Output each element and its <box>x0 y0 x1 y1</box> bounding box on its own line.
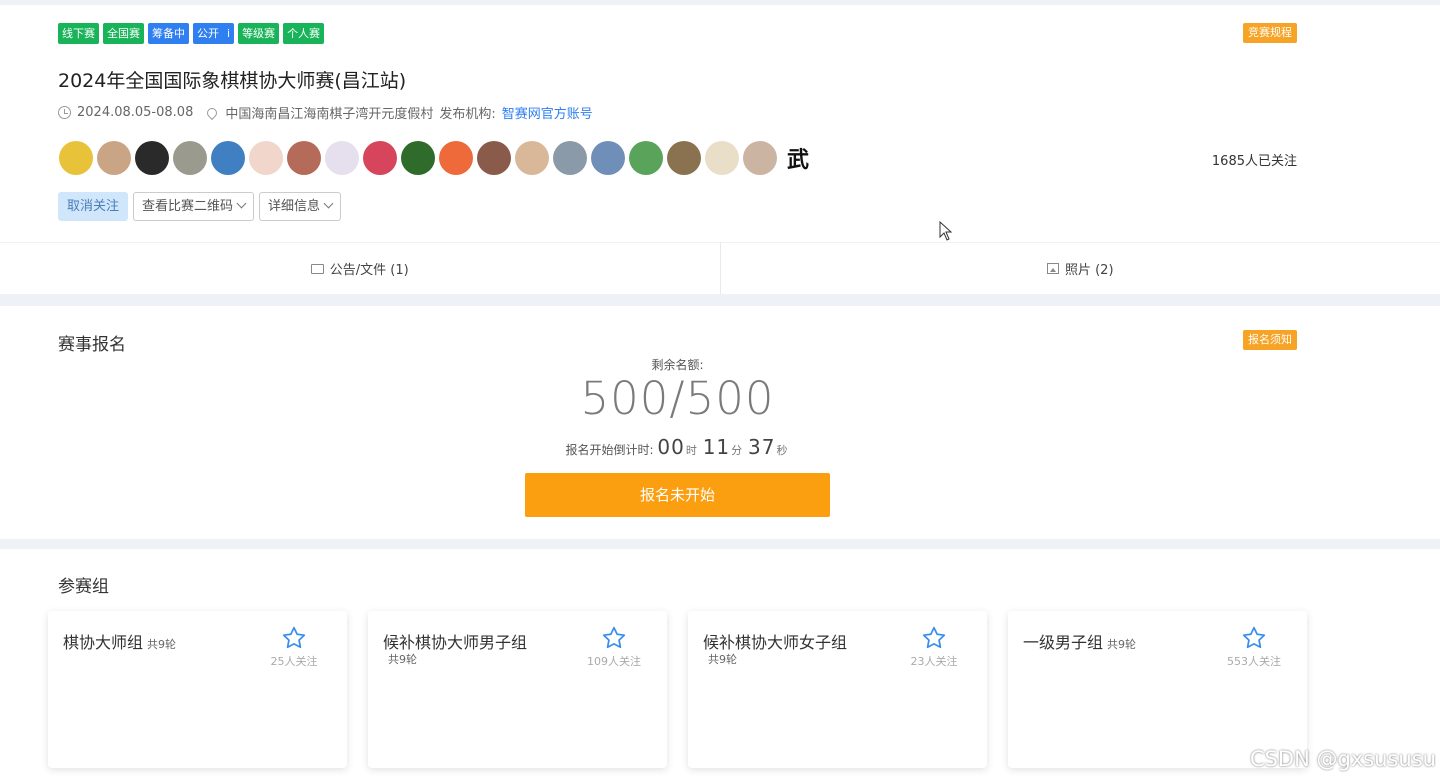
tab-photos-label: 照片 (2) <box>1064 263 1114 278</box>
follower-avatar[interactable] <box>401 141 435 175</box>
follower-avatar[interactable] <box>211 141 245 175</box>
group-name: 候补棋协大师男子组 <box>383 633 528 652</box>
folder-icon <box>310 263 324 274</box>
qr-code-dropdown[interactable]: 查看比赛二维码 <box>133 192 255 221</box>
tab-announcements-label: 公告/文件 (1) <box>329 263 409 278</box>
details-label: 详细信息 <box>268 199 321 214</box>
group-card[interactable]: 候补棋协大师男子组 共9轮 109人关注 <box>368 611 667 768</box>
publisher-label: 发布机构: <box>439 107 496 122</box>
groups-section: 参赛组 棋协大师组 共9轮 25人关注 候补棋协大师男子组 共9轮 109人关注 … <box>0 549 1440 783</box>
star-icon[interactable] <box>921 625 947 651</box>
watermark: CSDN @gxsususu <box>1249 747 1436 771</box>
mouse-cursor-icon <box>939 221 953 241</box>
star-icon[interactable] <box>601 625 627 651</box>
tag-list: 线下赛 全国赛 筹备中 公开 i 等级赛 个人赛 <box>58 23 325 44</box>
follower-avatar[interactable] <box>667 141 701 175</box>
remaining-quota: 500/500 <box>580 372 775 425</box>
group-followers: 25人关注 <box>270 655 318 668</box>
registration-section: 赛事报名 报名须知 剩余名额: 500/500 报名开始倒计时: 00时 11分… <box>0 306 1440 539</box>
header-actions: 取消关注 查看比赛二维码 详细信息 <box>58 192 342 221</box>
event-title: 2024年全国国际象棋棋协大师赛(昌江站) <box>58 70 407 92</box>
remaining-label: 剩余名额: <box>651 358 704 372</box>
countdown-minutes: 11 <box>702 435 731 459</box>
follower-avatar[interactable] <box>173 141 207 175</box>
unfollow-button[interactable]: 取消关注 <box>58 192 129 221</box>
image-icon <box>1046 263 1059 274</box>
group-card[interactable]: 棋协大师组 共9轮 25人关注 <box>48 611 347 768</box>
star-icon[interactable] <box>1241 625 1267 651</box>
countdown-hours: 00 <box>657 435 685 459</box>
content-tabs: 公告/文件 (1) 照片 (2) <box>0 243 1440 294</box>
tab-announcements[interactable]: 公告/文件 (1) <box>0 243 721 294</box>
follower-avatar[interactable] <box>135 141 169 175</box>
tag-rating: 等级赛 <box>238 23 280 44</box>
tag-offline: 线下赛 <box>58 23 99 44</box>
follower-avatar[interactable] <box>249 141 283 175</box>
follower-avatar[interactable] <box>59 141 93 175</box>
follower-avatars: 武 <box>59 141 815 175</box>
follower-avatar[interactable] <box>287 141 321 175</box>
group-name: 棋协大师组 共9轮 <box>63 629 176 653</box>
chevron-down-icon <box>323 198 334 209</box>
location-pin-icon <box>205 105 220 120</box>
tag-public: 公开 i <box>193 23 235 44</box>
competition-rules-button[interactable]: 竞赛规程 <box>1243 23 1297 43</box>
info-icon[interactable]: i <box>227 27 230 40</box>
registration-countdown: 报名开始倒计时: 00时 11分 37秒 <box>0 435 1355 459</box>
groups-title: 参赛组 <box>58 577 109 597</box>
group-name: 一级男子组 共9轮 <box>1023 629 1136 653</box>
group-followers: 23人关注 <box>910 655 958 668</box>
event-date: 2024.08.05-08.08 <box>77 105 194 120</box>
group-rounds: 共9轮 <box>708 653 737 666</box>
qr-code-label: 查看比赛二维码 <box>142 199 234 214</box>
follower-avatar[interactable] <box>97 141 131 175</box>
hours-unit: 时 <box>685 444 697 457</box>
follower-avatar[interactable] <box>515 141 549 175</box>
group-name-text: 一级男子组 <box>1023 633 1104 652</box>
tab-photos[interactable]: 照片 (2) <box>721 243 1440 294</box>
group-rounds: 共9轮 <box>388 653 417 666</box>
follower-avatar[interactable] <box>553 141 587 175</box>
group-rounds: 共9轮 <box>147 638 177 651</box>
group-rounds: 共9轮 <box>1107 638 1137 651</box>
group-card[interactable]: 候补棋协大师女子组 共9轮 23人关注 <box>688 611 987 768</box>
details-dropdown[interactable]: 详细信息 <box>259 192 342 221</box>
register-button[interactable]: 报名未开始 <box>525 473 830 517</box>
group-name-text: 棋协大师组 <box>63 633 144 652</box>
registration-notice-button[interactable]: 报名须知 <box>1243 330 1297 350</box>
countdown-label: 报名开始倒计时: <box>565 443 654 457</box>
seconds-unit: 秒 <box>776 444 788 457</box>
follower-avatar[interactable]: 武 <box>781 141 815 175</box>
group-name: 候补棋协大师女子组 <box>703 633 848 652</box>
event-location: 中国海南昌江海南棋子湾开元度假村 <box>225 107 434 122</box>
follower-avatar[interactable] <box>325 141 359 175</box>
minutes-unit: 分 <box>731 444 743 457</box>
group-followers: 553人关注 <box>1227 655 1281 668</box>
followers-count: 1685人已关注 <box>1211 154 1297 169</box>
star-icon[interactable] <box>281 625 307 651</box>
tag-national: 全国赛 <box>103 23 144 44</box>
tag-preparing: 筹备中 <box>148 23 189 44</box>
group-followers: 109人关注 <box>587 655 641 668</box>
group-card[interactable]: 一级男子组 共9轮 553人关注 <box>1008 611 1307 768</box>
clock-icon <box>58 106 71 119</box>
event-header: 线下赛 全国赛 筹备中 公开 i 等级赛 个人赛 竞赛规程 2024年全国国际象棋… <box>0 5 1440 242</box>
event-meta: 2024.08.05-08.08 中国海南昌江海南棋子湾开元度假村 发布机构: … <box>58 103 593 122</box>
follower-avatar[interactable] <box>477 141 511 175</box>
follower-avatar[interactable] <box>705 141 739 175</box>
follower-avatar[interactable] <box>629 141 663 175</box>
registration-title: 赛事报名 <box>58 335 126 355</box>
publisher-link[interactable]: 智赛网官方账号 <box>502 103 593 122</box>
chevron-down-icon <box>236 198 247 209</box>
tag-individual: 个人赛 <box>283 23 325 44</box>
countdown-seconds: 37 <box>747 435 776 459</box>
tag-public-label: 公开 <box>197 27 219 40</box>
follower-avatar[interactable] <box>743 141 777 175</box>
follower-avatar[interactable] <box>363 141 397 175</box>
follower-avatar[interactable] <box>439 141 473 175</box>
follower-avatar[interactable] <box>591 141 625 175</box>
